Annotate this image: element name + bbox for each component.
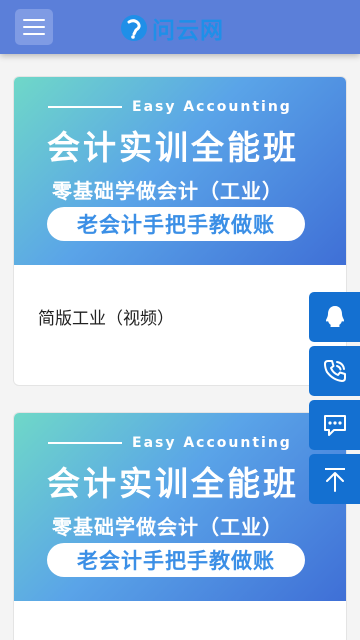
back-to-top-icon bbox=[324, 468, 345, 492]
course-title[interactable]: 简版工业（视频） bbox=[38, 304, 174, 329]
course-banner: Easy Accounting 会计实训全能班 零基础学做会计（工业） 老会计手… bbox=[14, 77, 346, 265]
qq-icon bbox=[325, 306, 344, 327]
banner-pill: 老会计手把手教做账 bbox=[47, 543, 305, 577]
banner-tagline: Easy Accounting bbox=[48, 435, 292, 451]
top-bar: 问云网 bbox=[0, 0, 360, 54]
chat-icon bbox=[323, 415, 346, 436]
course-banner: Easy Accounting 会计实训全能班 零基础学做会计（工业） 老会计手… bbox=[14, 413, 346, 601]
site-logo[interactable]: 问云网 bbox=[120, 13, 224, 44]
banner-tagline-text: Easy Accounting bbox=[132, 99, 292, 115]
menu-bar-line bbox=[23, 19, 45, 21]
menu-bar-line bbox=[23, 26, 45, 28]
phone-icon bbox=[323, 360, 346, 382]
banner-title: 会计实训全能班 bbox=[47, 464, 299, 503]
course-list: Easy Accounting 会计实训全能班 零基础学做会计（工业） 老会计手… bbox=[0, 54, 360, 640]
banner-pill: 老会计手把手教做账 bbox=[47, 207, 305, 241]
chat-button[interactable] bbox=[309, 400, 360, 450]
banner-subtitle: 零基础学做会计（工业） bbox=[52, 179, 283, 203]
banner-tagline-text: Easy Accounting bbox=[132, 435, 292, 451]
course-card[interactable]: Easy Accounting 会计实训全能班 零基础学做会计（工业） 老会计手… bbox=[13, 412, 347, 640]
menu-bar-line bbox=[23, 33, 45, 35]
banner-tagline: Easy Accounting bbox=[48, 99, 292, 115]
banner-subtitle: 零基础学做会计（工业） bbox=[52, 515, 283, 539]
banner-title: 会计实训全能班 bbox=[47, 128, 299, 167]
divider bbox=[48, 442, 122, 444]
phone-button[interactable] bbox=[309, 346, 360, 396]
logo-text: 问云网 bbox=[152, 18, 224, 44]
course-card[interactable]: Easy Accounting 会计实训全能班 零基础学做会计（工业） 老会计手… bbox=[13, 76, 347, 386]
logo-mark-icon bbox=[121, 15, 147, 41]
back-to-top-button[interactable] bbox=[309, 454, 360, 504]
menu-button[interactable] bbox=[15, 9, 53, 45]
divider bbox=[48, 106, 122, 108]
qq-button[interactable] bbox=[309, 292, 360, 342]
